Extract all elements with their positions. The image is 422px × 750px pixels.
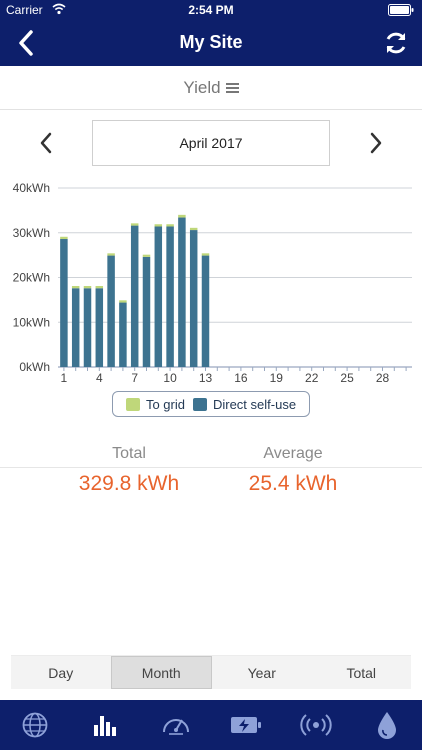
- x-tick-label: 4: [96, 371, 103, 385]
- legend-label-to-grid: To grid: [145, 396, 185, 412]
- bar-direct-self-use: [95, 288, 104, 367]
- bar-to-grid: [107, 253, 115, 256]
- previous-period-button[interactable]: [30, 126, 62, 160]
- tab-bar-item-overview[interactable]: [0, 700, 70, 750]
- x-tick-label: 19: [270, 371, 284, 385]
- tab-month[interactable]: Month: [110, 656, 212, 689]
- tab-day[interactable]: Day: [11, 656, 111, 689]
- yield-label: Yield: [183, 77, 221, 97]
- x-tick-label: 25: [340, 371, 354, 385]
- bar-to-grid: [142, 254, 151, 257]
- bar-direct-self-use: [107, 255, 115, 367]
- period-navigator: April 2017: [0, 118, 422, 168]
- bar-to-grid: [60, 236, 68, 240]
- tab-year[interactable]: Year: [212, 656, 312, 689]
- y-tick-label: 0kWh: [19, 360, 50, 374]
- bottom-tab-bar: [0, 700, 422, 750]
- tab-bar-item-devices[interactable]: [281, 700, 351, 750]
- period-label: April 2017: [179, 135, 243, 151]
- x-tick-label: 13: [199, 371, 213, 385]
- bar-to-grid: [71, 286, 80, 289]
- nav-bar: My Site: [0, 20, 422, 66]
- bar-direct-self-use: [130, 225, 139, 367]
- bar-to-grid: [130, 223, 139, 226]
- bar-chart-icon: [94, 716, 117, 736]
- bar-to-grid: [119, 300, 127, 303]
- menu-icon: [225, 82, 239, 93]
- bar-to-grid: [189, 227, 198, 231]
- x-tick-label: 22: [305, 371, 319, 385]
- average-value: 25.4 kWh: [248, 472, 338, 495]
- stats-labels-row: Total Average: [0, 442, 422, 468]
- bar-to-grid: [154, 224, 163, 227]
- next-period-button[interactable]: [360, 126, 392, 160]
- stats-panel: Total Average 329.8 kWh 25.4 kWh: [0, 442, 422, 504]
- yield-chart-svg: 0kWh 10kWh 20kWh 30kWh 40kWh 1 4 7 10 13 16 19 22 25 2…: [13, 181, 412, 385]
- refresh-icon: [386, 32, 406, 54]
- tab-bar-item-dashboard[interactable]: [141, 700, 211, 750]
- x-tick-label: 16: [234, 371, 248, 385]
- stats-values-row: 329.8 kWh 25.4 kWh: [0, 468, 422, 504]
- tab-bar-item-statistics[interactable]: [70, 700, 140, 750]
- legend-swatch-to-grid: [125, 397, 140, 411]
- bar-direct-self-use: [166, 226, 174, 367]
- period-tabs: Day Month Year Total: [11, 655, 411, 689]
- x-tick-label: 10: [163, 371, 177, 385]
- status-bar: Carrier 2:54 PM: [0, 0, 422, 20]
- period-selector[interactable]: April 2017: [92, 120, 330, 166]
- refresh-button[interactable]: [376, 24, 416, 62]
- status-time: 2:54 PM: [188, 3, 234, 17]
- app-root: Carrier 2:54 PM My Site Yield April 2017…: [0, 0, 422, 750]
- chevron-left-icon: [40, 132, 52, 154]
- chart-legend: To grid Direct self-use: [112, 391, 310, 417]
- bar-to-grid: [95, 286, 104, 289]
- bar-direct-self-use: [119, 302, 127, 367]
- battery-charging-icon: [231, 717, 262, 733]
- legend-item-to-grid[interactable]: To grid: [125, 396, 185, 412]
- bar-to-grid: [83, 286, 92, 289]
- legend-label-direct-self-use: Direct self-use: [212, 396, 297, 412]
- bar-to-grid: [178, 214, 186, 218]
- yield-chart: 0kWh 10kWh 20kWh 30kWh 40kWh 1 4 7 10 13 16 19 22 25 2…: [0, 175, 422, 390]
- water-drop-icon: [377, 712, 396, 739]
- bar-direct-self-use: [201, 255, 210, 367]
- legend-swatch-direct-self-use: [192, 397, 207, 411]
- battery-icon: [388, 4, 414, 16]
- page-title: My Site: [179, 32, 243, 52]
- bar-to-grid: [166, 224, 174, 227]
- tab-total[interactable]: Total: [312, 656, 412, 689]
- y-tick-label: 40kWh: [13, 181, 50, 195]
- chevron-right-icon: [370, 132, 382, 154]
- x-tick-label: 28: [376, 371, 390, 385]
- bar-direct-self-use: [154, 226, 163, 367]
- globe-icon: [22, 712, 48, 738]
- bar-direct-self-use: [189, 230, 198, 367]
- broadcast-icon: [300, 714, 333, 736]
- bar-direct-self-use: [60, 239, 68, 367]
- gauge-icon: [162, 719, 189, 735]
- y-tick-label: 20kWh: [13, 271, 50, 285]
- tab-bar-item-consumption[interactable]: [352, 700, 422, 750]
- bar-direct-self-use: [83, 288, 92, 367]
- yield-selector[interactable]: Yield: [0, 66, 422, 110]
- tab-bar-item-storage[interactable]: [211, 700, 281, 750]
- bar-to-grid: [201, 253, 210, 256]
- bar-direct-self-use: [71, 288, 80, 367]
- x-tick-label: 1: [61, 371, 68, 385]
- average-label: Average: [263, 445, 323, 462]
- legend-item-direct-self-use[interactable]: Direct self-use: [192, 396, 297, 412]
- y-tick-label: 30kWh: [13, 226, 50, 240]
- y-tick-label: 10kWh: [13, 315, 50, 329]
- bar-direct-self-use: [178, 217, 186, 367]
- header: Carrier 2:54 PM My Site: [0, 0, 422, 66]
- total-label: Total: [112, 445, 146, 462]
- bar-direct-self-use: [142, 256, 151, 367]
- x-tick-label: 7: [131, 371, 138, 385]
